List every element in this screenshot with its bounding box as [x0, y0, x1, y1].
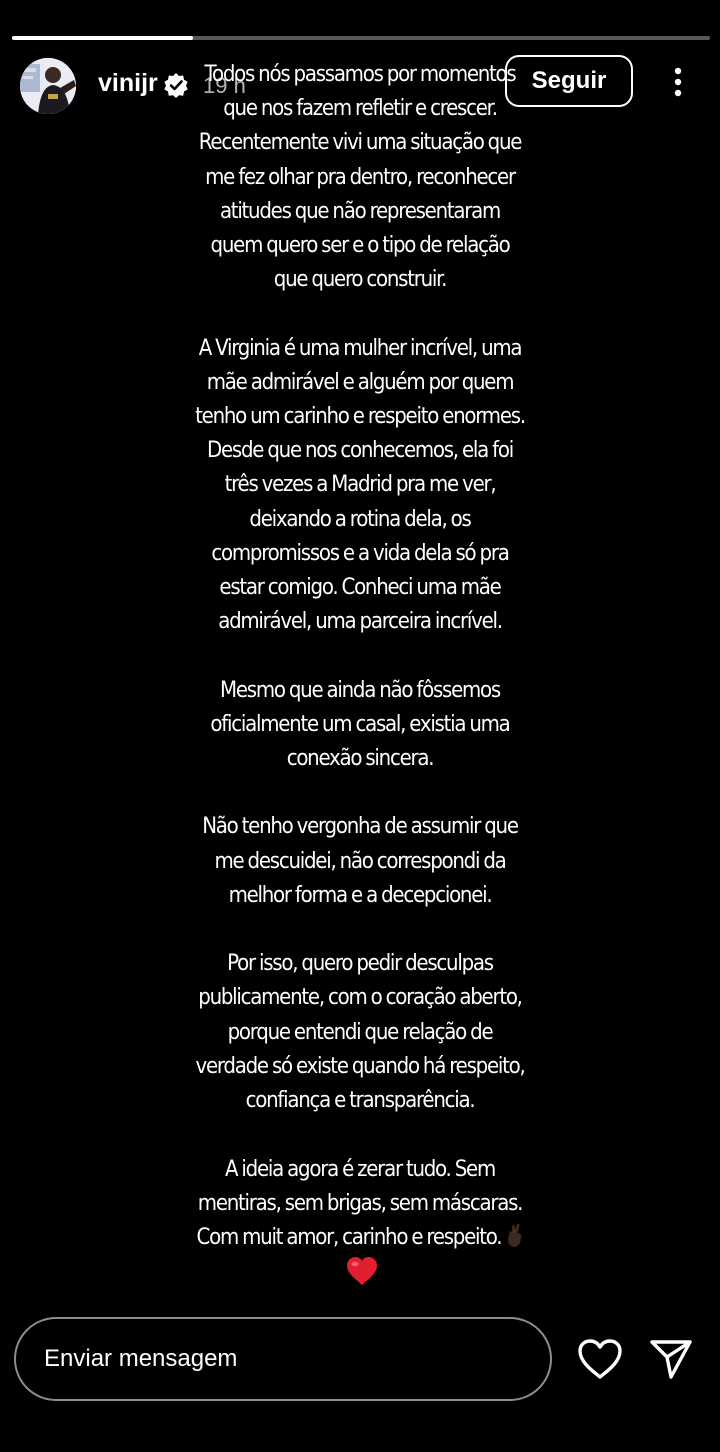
paper-plane-icon[interactable] [648, 1335, 694, 1381]
crossed-fingers-emoji [505, 1223, 523, 1247]
avatar[interactable] [20, 58, 76, 114]
message-input[interactable] [14, 1317, 552, 1401]
username[interactable]: vinijr [98, 69, 158, 98]
reply-bar [0, 1302, 720, 1452]
story-caption-text: Todos nós passamos por momentos que nos … [153, 58, 567, 1255]
follow-button[interactable]: Seguir [505, 55, 633, 107]
red-heart-emoji [346, 1256, 378, 1286]
heart-outline-icon[interactable] [576, 1337, 624, 1381]
story-viewer[interactable]: vinijr 19 h Todos nós passamos por momen… [0, 0, 720, 1302]
caption-text: Todos nós passamos por momentos que nos … [195, 62, 526, 1250]
story-progress-bar [12, 36, 710, 40]
story-progress-fill [12, 36, 194, 40]
more-vertical-icon[interactable] [658, 62, 698, 102]
